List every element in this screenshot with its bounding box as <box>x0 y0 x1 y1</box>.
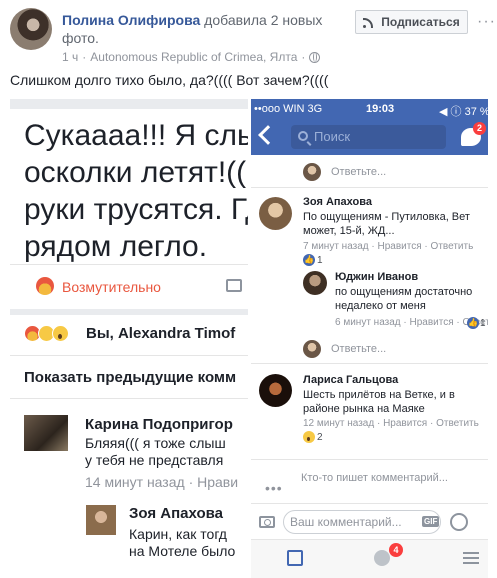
search-placeholder: Поиск <box>314 129 351 144</box>
comment-text: По ощущениям - Путиловка, Вет может, 15-… <box>303 210 470 238</box>
news-feed-icon <box>287 550 303 566</box>
commenter-name: Лариса Гальцова <box>303 374 399 386</box>
commenter-avatar <box>259 374 292 407</box>
notifications-badge: 4 <box>389 543 403 557</box>
comment-input: Ваш комментарий... <box>283 510 441 534</box>
phone-navbar: Поиск 2 <box>251 119 488 155</box>
menu-icon <box>463 552 479 564</box>
typing-indicator: Кто-то пишет комментарий... <box>301 472 448 484</box>
angry-reaction-icon <box>36 277 54 295</box>
status-line: рядом легло. <box>24 230 208 263</box>
comment-line: районе рынка на Маяке <box>303 403 425 415</box>
carrier-status: ••ooo WIN 3G <box>254 103 323 115</box>
status-time: 19:03 <box>366 103 395 115</box>
previous-comments-row: Показать предыдущие комм <box>10 355 248 399</box>
phone-status-bar: ••ooo WIN 3G 19:03 ◀ ⓘ 37 % <box>251 99 488 119</box>
reaction-row: Возмутительно <box>10 264 248 304</box>
status-line: осколки летят!(((( <box>24 156 248 189</box>
status-big-text: Сукаааа!!! Я слыш осколки летят!(((( рук… <box>24 117 248 265</box>
reply-avatar <box>303 340 321 358</box>
post-header: Полина Олифирова добавила 2 новых фото. … <box>0 0 497 66</box>
phone-tab-bar: 4 <box>251 539 488 578</box>
post-author-line: Полина Олифирова добавила 2 новых фото. <box>62 11 347 47</box>
like-icon: 👍 <box>467 317 479 329</box>
reply-prompt: Ответьте... <box>331 343 387 355</box>
comment-line: недалеко от меня <box>335 300 426 312</box>
messenger-badge: 2 <box>473 122 486 135</box>
comment-line: у тебя не представля <box>85 452 224 468</box>
divider <box>251 459 488 460</box>
wow-reaction-icon <box>52 325 69 342</box>
comment-text: Шесть прилётов на Ветке, и в районе рынк… <box>303 388 455 416</box>
comment-line: Бляяя((( я тоже слыш <box>85 435 226 451</box>
reply-avatar <box>303 163 321 181</box>
comment-meta: 14 минут назад · Нрави <box>85 474 239 490</box>
author-name-link[interactable]: Полина Олифирова <box>62 12 200 28</box>
phone-search-box: Поиск <box>291 125 446 149</box>
commenter-name: Зоя Апахова <box>129 505 224 522</box>
comment-meta: 7 минут назад · Нравится · Ответить <box>303 241 474 252</box>
divider <box>251 187 488 188</box>
emoji-icon <box>450 513 468 531</box>
left-screenshot-image[interactable]: Сукаааа!!! Я слыш осколки летят!(((( рук… <box>10 99 248 578</box>
comment-line: Карин, как тогд <box>129 526 227 542</box>
more-options-icon[interactable]: ··· <box>477 14 496 30</box>
back-arrow-icon <box>258 125 278 145</box>
like-count: 1 <box>317 255 323 266</box>
comment-line: на Мотеле было <box>129 543 236 559</box>
comment-composer: Ваш комментарий... GIF <box>251 503 488 539</box>
previous-comments-label: Показать предыдущие комм <box>24 369 237 386</box>
comment-line: может, 15-й, ЖД... <box>303 225 395 237</box>
subscribe-button[interactable]: Подписаться <box>355 10 468 34</box>
status-card: Сукаааа!!! Я слыш осколки летят!(((( рук… <box>10 109 248 309</box>
notifications-globe-icon <box>374 550 390 566</box>
author-avatar[interactable] <box>10 8 52 50</box>
divider <box>251 363 488 364</box>
meta-separator: · <box>301 50 306 64</box>
comment-meta: 6 минут назад · Нравится · Ответить <box>335 317 488 328</box>
post-time[interactable]: 1 ч <box>62 50 78 64</box>
post-text: Слишком долго тихо было, да?(((( Вот зач… <box>10 72 329 88</box>
commenter-avatar <box>86 505 116 535</box>
camera-icon <box>259 516 275 528</box>
comment-text: Бляяя((( я тоже слыш у тебя не представл… <box>85 435 226 469</box>
commenter-avatar <box>259 197 292 230</box>
reaction-count: 2 <box>317 432 323 443</box>
post-location[interactable]: Autonomous Republic of Crimea, Ялта <box>90 50 297 64</box>
comments-card: Вы, Alexandra Timof Показать предыдущие … <box>10 309 248 578</box>
rss-icon <box>363 16 375 28</box>
comment-text: по ощущениям достаточно недалеко от меня <box>335 285 472 313</box>
comment-meta: 12 минут назад · Нравится · Ответить <box>303 418 479 429</box>
search-icon <box>298 131 308 141</box>
gif-icon: GIF <box>422 516 440 527</box>
reaction-label: Возмутительно <box>62 279 161 295</box>
meta-separator: · <box>82 50 87 64</box>
reply-prompt: Ответьте... <box>331 166 387 178</box>
comment-text: Карин, как тогд на Мотеле было <box>129 526 235 560</box>
globe-icon <box>309 51 321 63</box>
status-line: руки трусятся. Гд <box>24 193 248 226</box>
commenter-name: Юджин Иванов <box>335 271 419 283</box>
commenter-name: Карина Подопригор <box>85 416 233 433</box>
comment-line: По ощущениям - Путиловка, Вет <box>303 211 470 223</box>
like-count: 1 <box>480 318 486 329</box>
reaction-summary <box>24 325 69 342</box>
commenter-avatar <box>24 415 68 451</box>
battery-status: ◀ ⓘ 37 % <box>439 106 488 118</box>
typing-dots-icon: ••• <box>265 480 283 496</box>
wow-reaction-icon <box>303 431 315 443</box>
comment-icon <box>226 279 242 292</box>
comment-line: Шесть прилётов на Ветке, и в <box>303 389 455 401</box>
commenter-avatar <box>303 271 327 295</box>
subscribe-label: Подписаться <box>381 15 460 29</box>
right-screenshot-image[interactable]: ••ooo WIN 3G 19:03 ◀ ⓘ 37 % Поиск 2 Отве… <box>251 99 488 578</box>
commenter-name: Зоя Апахова <box>303 196 372 208</box>
reaction-names: Вы, Alexandra Timof <box>86 325 236 342</box>
like-icon: 👍 <box>303 254 315 266</box>
post-meta: 1 ч · Autonomous Republic of Crimea, Ялт… <box>62 50 321 64</box>
status-line: Сукаааа!!! Я слыш <box>24 119 248 152</box>
comment-line: по ощущениям достаточно <box>335 286 473 298</box>
